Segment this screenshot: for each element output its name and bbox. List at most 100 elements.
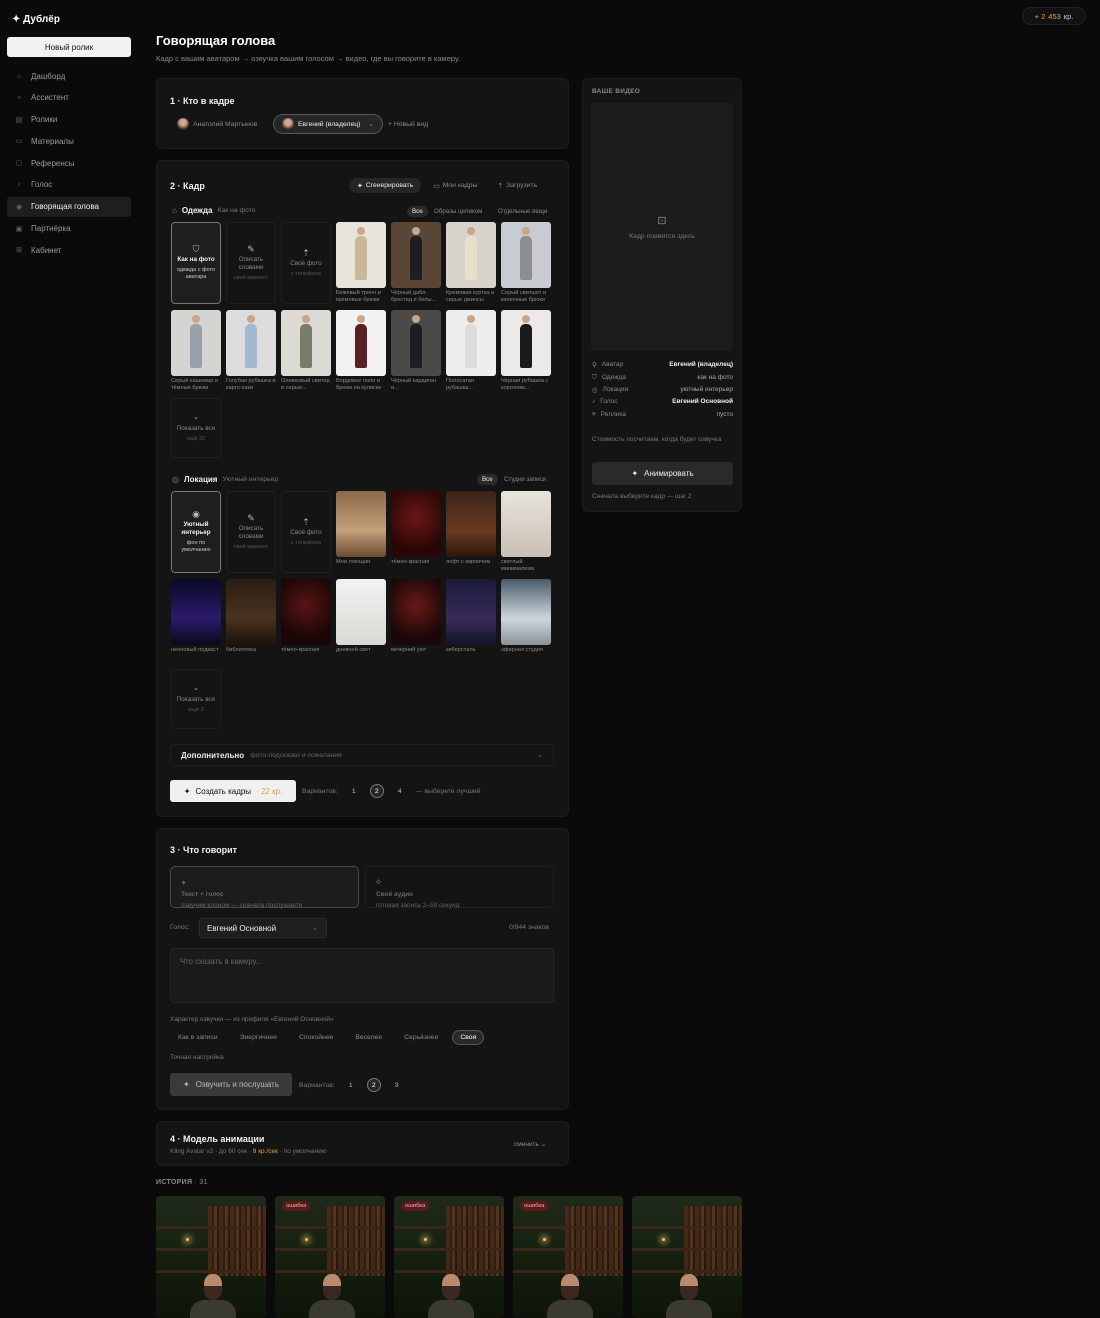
- presenter: [190, 1274, 236, 1318]
- location-filter-studios[interactable]: Студии записи: [499, 474, 551, 485]
- location-default-tile[interactable]: ◉ Уютный интерьер фон по умолчанию: [171, 491, 221, 573]
- gift-icon: ▣: [15, 225, 23, 233]
- change-model-button[interactable]: сменить ⌄: [514, 1140, 546, 1148]
- create-frames-button[interactable]: ✦ Создать кадры · 22 кр.: [170, 780, 296, 802]
- outfit-thumb[interactable]: [501, 310, 551, 376]
- location-thumb[interactable]: [391, 579, 441, 645]
- variant-option[interactable]: 1: [344, 1078, 358, 1092]
- location-thumb[interactable]: [501, 491, 551, 557]
- video-preview-area: ⊡ Кадр появится здесь: [591, 103, 733, 351]
- sidebar-item-materials[interactable]: ▭ Материалы: [7, 131, 131, 151]
- history-item[interactable]: [632, 1196, 742, 1318]
- person-evgeny[interactable]: Евгений (владелец) ⌄: [273, 114, 384, 134]
- char-counter: 0/944 знаков: [509, 924, 549, 931]
- outfit-thumb[interactable]: [281, 310, 331, 376]
- clothing-filter-outfits[interactable]: Образы целиком: [429, 206, 487, 217]
- variant-option[interactable]: 1: [347, 784, 361, 798]
- outfit-thumb[interactable]: [446, 222, 496, 288]
- clothing-describe-tile[interactable]: ✎ Описать словами свой вариант: [226, 222, 276, 304]
- new-video-button[interactable]: Новый ролик: [7, 37, 131, 57]
- image-icon: ⊡: [657, 215, 667, 227]
- shelf: [394, 1270, 504, 1273]
- person-anatoly[interactable]: Анатолий Мартынов: [169, 115, 265, 133]
- variant-option-selected[interactable]: 2: [366, 1078, 381, 1092]
- summary-row-location: ◎ Локация уютный интерьер: [592, 386, 733, 394]
- person-head: [522, 227, 530, 235]
- sidebar-item-videos[interactable]: ▤ Ролики: [7, 110, 131, 130]
- person-figure: [300, 315, 312, 368]
- tab-generate[interactable]: ✦ Сгенерировать: [349, 178, 422, 193]
- mode-own-audio[interactable]: ⟐ Своё аудио готовая запись 2–59 секунд: [365, 866, 554, 909]
- location-thumb[interactable]: [446, 579, 496, 645]
- variant-option[interactable]: 4: [393, 784, 407, 798]
- fine-tune-link[interactable]: Точная настройка: [170, 1054, 224, 1061]
- script-textarea[interactable]: Что сказать в камеру...: [170, 948, 554, 1003]
- error-badge: ошибка: [282, 1201, 311, 1211]
- credits-prefix: + 2: [1034, 11, 1046, 21]
- mode-text-voice[interactable]: ✦ Текст + голос озвучим клоном — сначала …: [170, 866, 359, 909]
- voice-select[interactable]: Евгений Основной ⌄: [199, 918, 327, 938]
- pencil-icon: ✎: [247, 243, 255, 254]
- sidebar-item-dashboard[interactable]: ⌂ Дашборд: [7, 66, 131, 86]
- credits-badge[interactable]: + 2 453 кр.: [1022, 7, 1086, 25]
- frame-variants: Вариантов: 1 2 4 — выберете лучший: [302, 784, 481, 798]
- clothing-show-all-tile[interactable]: ⌄ Показать все ещё 32: [171, 398, 221, 458]
- outfit-thumb[interactable]: [391, 222, 441, 288]
- location-thumb[interactable]: [446, 491, 496, 557]
- style-chip[interactable]: Спокойнее: [291, 1030, 341, 1045]
- outfit-thumb[interactable]: [446, 310, 496, 376]
- location-show-all-tile[interactable]: ⌄ Показать все ещё 3: [171, 669, 221, 729]
- outfit-thumb[interactable]: [171, 310, 221, 376]
- location-thumb[interactable]: [336, 491, 386, 557]
- history-item[interactable]: [156, 1196, 266, 1318]
- home-icon: ⌂: [16, 72, 22, 80]
- new-look-button[interactable]: + Новый вид: [380, 115, 436, 133]
- location-thumb[interactable]: [391, 491, 441, 557]
- history-item[interactable]: ошибка: [275, 1196, 385, 1318]
- style-chip[interactable]: Серьёзнее: [396, 1030, 446, 1045]
- style-chip[interactable]: Энергичнее: [232, 1030, 285, 1045]
- clothing-filter-all[interactable]: Все: [407, 206, 428, 217]
- sidebar-item-voice[interactable]: ♪ Голос: [7, 175, 131, 195]
- sidebar-item-references[interactable]: ▢ Референсы: [7, 153, 131, 173]
- voice-listen-button[interactable]: ✦ Озвучить и послушать: [170, 1073, 292, 1096]
- tab-upload[interactable]: ⇡ Загрузить: [489, 178, 545, 193]
- location-describe-tile[interactable]: ✎ Описать словами свой вариант: [226, 491, 276, 573]
- outfit-thumb[interactable]: [336, 222, 386, 288]
- variant-option[interactable]: 3: [390, 1078, 404, 1092]
- outfit-thumb[interactable]: [226, 310, 276, 376]
- outfit-thumb[interactable]: [501, 222, 551, 288]
- clothing-as-photo-tile[interactable]: ⛉ Как на фото одежда с фото аватара: [171, 222, 221, 304]
- location-own-photo-tile[interactable]: ⇡ Своё фото с телефона: [281, 491, 331, 573]
- brand-logo[interactable]: ✦ Дублёр: [12, 14, 60, 25]
- animate-button[interactable]: ✦ Анимировать: [592, 462, 733, 485]
- sidebar-item-talking-head[interactable]: ◉ Говорящая голова: [7, 196, 131, 217]
- history-item[interactable]: ошибка: [513, 1196, 623, 1318]
- sidebar-item-assistant[interactable]: ✧ Ассистент: [7, 88, 131, 108]
- bookshelf: [208, 1206, 266, 1276]
- variant-option-selected[interactable]: 2: [369, 784, 384, 798]
- advanced-hint: фото-подсказки и пожелания: [250, 751, 342, 759]
- tab-my-frames[interactable]: ▭ Мои кадры: [425, 178, 485, 193]
- location-caption: вечерний уют: [391, 647, 427, 653]
- location-thumb[interactable]: [171, 579, 221, 645]
- style-chip[interactable]: Веселее: [347, 1030, 390, 1045]
- sidebar-item-partners[interactable]: ▣ Партнёрка: [7, 219, 131, 239]
- location-thumb[interactable]: [226, 579, 276, 645]
- style-chip-selected[interactable]: Своя: [452, 1030, 485, 1045]
- advanced-options-toggle[interactable]: Дополнительно фото-подсказки и пожелания ⌄: [170, 744, 554, 766]
- style-chip[interactable]: Как в записи: [170, 1030, 226, 1045]
- voice-button-label: Озвучить и послушать: [195, 1080, 280, 1089]
- outfit-thumb[interactable]: [391, 310, 441, 376]
- sidebar-item-cabinet[interactable]: ⊞ Кабинет: [7, 240, 131, 260]
- location-thumb[interactable]: [336, 579, 386, 645]
- clothing-own-photo-tile[interactable]: ⇡ Своё фото с телефона: [281, 222, 331, 304]
- clothing-title: Одежда: [181, 206, 213, 215]
- clothing-filter-items[interactable]: Отдельные вещи: [493, 206, 552, 217]
- location-filter-all[interactable]: Все: [477, 474, 498, 485]
- outfit-caption: Оливковый свитер и серые...: [281, 378, 330, 391]
- location-thumb[interactable]: [501, 579, 551, 645]
- outfit-thumb[interactable]: [336, 310, 386, 376]
- location-thumb[interactable]: [281, 579, 331, 645]
- history-item[interactable]: ошибка: [394, 1196, 504, 1318]
